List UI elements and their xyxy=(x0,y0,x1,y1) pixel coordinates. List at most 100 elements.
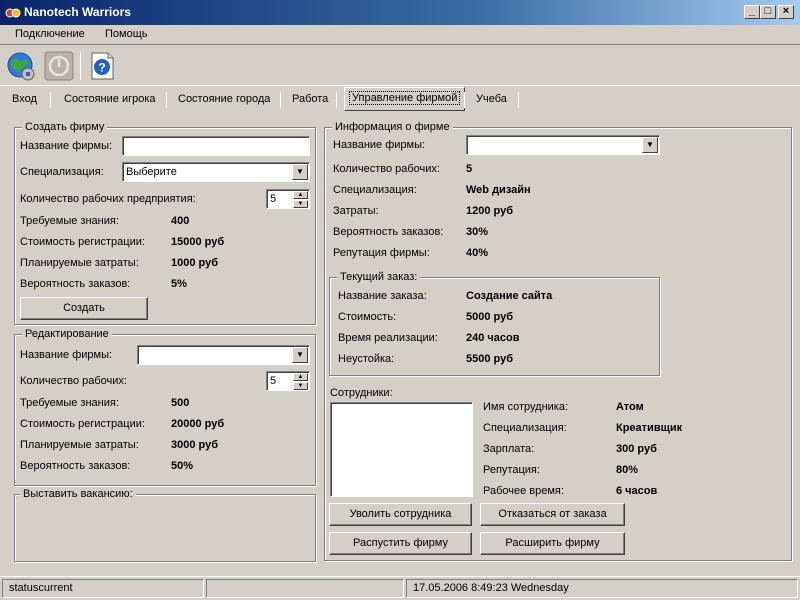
window-title: Nanotech Warriors xyxy=(24,5,131,19)
edit-firm-reg-cost-value: 20000 руб xyxy=(171,418,225,430)
employee-spec-label: Специализация: xyxy=(483,422,567,434)
create-firm-workers-label: Количество рабочих предприятия: xyxy=(20,193,196,205)
spin-down-icon[interactable]: ▼ xyxy=(293,200,308,208)
employee-salary-label: Зарплата: xyxy=(483,443,535,455)
firm-info-workers-label: Количество рабочих: xyxy=(333,163,440,175)
app-icon xyxy=(5,8,21,18)
power-icon[interactable] xyxy=(43,50,75,82)
tab-separator xyxy=(518,92,519,108)
order-time-value: 240 часов xyxy=(466,332,520,344)
employees-label: Сотрудники: xyxy=(330,387,393,399)
tab-separator xyxy=(464,92,465,108)
fire-employee-button[interactable]: Уволить сотрудника xyxy=(329,503,472,526)
globe-connect-icon[interactable] xyxy=(5,50,37,82)
firm-info-name-label: Название фирмы: xyxy=(333,139,426,151)
create-firm-planned-value: 1000 руб xyxy=(171,257,219,269)
spin-up-icon[interactable]: ▲ xyxy=(293,191,308,199)
status-bar: statuscurrent 17.05.2006 8:49:23 Wednesd… xyxy=(0,576,800,600)
tab-player-status[interactable]: Состояние игрока xyxy=(60,89,160,111)
tab-separator xyxy=(50,92,51,108)
firm-info-costs-label: Затраты: xyxy=(333,205,379,217)
edit-firm-prob-label: Вероятность заказов: xyxy=(20,460,131,472)
create-firm-planned-label: Планируемые затраты: xyxy=(20,257,139,269)
create-firm-spec-value: Выберите xyxy=(126,166,177,178)
firm-info-rep-value: 40% xyxy=(466,247,489,259)
order-name-label: Название заказа: xyxy=(338,290,427,302)
edit-firm-legend: Редактирование xyxy=(22,328,112,340)
firm-info-legend: Информация о фирме xyxy=(332,121,453,133)
menu-help[interactable]: Помощь xyxy=(105,28,148,40)
edit-firm-name-select[interactable]: ▼ xyxy=(137,345,310,365)
minimize-button[interactable]: _ xyxy=(744,5,760,19)
close-button[interactable]: × xyxy=(778,5,794,19)
refuse-order-button[interactable]: Отказаться от заказа xyxy=(480,503,625,526)
create-firm-spec-label: Специализация: xyxy=(20,166,104,178)
tab-firm-management-label: Управление фирмой xyxy=(349,91,461,105)
create-firm-prob-label: Вероятность заказов: xyxy=(20,278,131,290)
employee-hours-label: Рабочее время: xyxy=(483,485,564,497)
tab-firm-management[interactable]: Управление фирмой xyxy=(344,87,466,111)
dissolve-firm-button[interactable]: Распустить фирму xyxy=(329,532,472,555)
order-penalty-value: 5500 руб xyxy=(466,353,514,365)
status-middle xyxy=(206,579,404,598)
create-firm-button[interactable]: Создать xyxy=(20,297,148,320)
firm-info-costs-value: 1200 руб xyxy=(466,205,514,217)
status-text: statuscurrent xyxy=(2,579,204,598)
tab-separator xyxy=(280,92,281,108)
edit-firm-prob-value: 50% xyxy=(171,460,194,472)
tab-city-status[interactable]: Состояние города xyxy=(174,89,274,111)
help-icon[interactable]: ? xyxy=(86,50,118,82)
employee-spec-value: Креативщик xyxy=(616,422,683,434)
vacancy-legend: Выставить вакансию: xyxy=(20,488,136,500)
edit-firm-workers-value: 5 xyxy=(270,375,277,387)
tab-login[interactable]: Вход xyxy=(8,89,41,111)
edit-firm-reg-cost-label: Стоимость регистрации: xyxy=(20,418,145,430)
firm-info-prob-label: Вероятность заказов: xyxy=(333,226,444,238)
toolbar-separator xyxy=(80,52,81,80)
create-firm-knowledge-value: 400 xyxy=(171,215,190,227)
firm-info-workers-value: 5 xyxy=(466,163,473,175)
edit-firm-name-label: Название фирмы: xyxy=(20,349,113,361)
firm-info-spec-label: Специализация: xyxy=(333,184,417,196)
edit-firm-workers-label: Количество рабочих: xyxy=(20,375,127,387)
create-firm-workers-stepper[interactable]: 5 ▲ ▼ xyxy=(266,189,310,209)
status-datetime: 17.05.2006 8:49:23 Wednesday xyxy=(406,579,798,598)
spin-up-icon[interactable]: ▲ xyxy=(293,373,308,381)
chevron-down-icon[interactable]: ▼ xyxy=(292,347,308,363)
employee-name-value: Атом xyxy=(616,401,644,413)
title-bar: Nanotech Warriors _ □ × xyxy=(0,0,800,25)
menu-connection[interactable]: Подключение xyxy=(15,28,85,40)
edit-firm-workers-stepper[interactable]: 5 ▲ ▼ xyxy=(266,371,310,391)
vacancy-group: Выставить вакансию: xyxy=(14,488,316,562)
create-firm-spec-select[interactable]: Выберите ▼ xyxy=(122,162,310,182)
order-penalty-label: Неустойка: xyxy=(338,353,395,365)
employees-list[interactable] xyxy=(330,402,473,497)
tab-study[interactable]: Учеба xyxy=(472,89,511,111)
chevron-down-icon[interactable]: ▼ xyxy=(642,137,658,153)
current-order-legend: Текущий заказ: xyxy=(337,271,421,283)
tab-separator xyxy=(166,92,167,108)
tab-strip: Вход Состояние игрока Состояние города Р… xyxy=(0,87,800,113)
firm-info-prob-value: 30% xyxy=(466,226,489,238)
svg-text:?: ? xyxy=(98,61,105,75)
maximize-button[interactable]: □ xyxy=(760,5,776,19)
firm-info-spec-value: Web дизайн xyxy=(466,184,531,196)
menu-bar: Подключение Помощь xyxy=(0,25,800,45)
spin-down-icon[interactable]: ▼ xyxy=(293,382,308,390)
tab-work[interactable]: Работа xyxy=(288,89,332,111)
create-firm-name-label: Название фирмы: xyxy=(20,140,113,152)
create-firm-knowledge-label: Требуемые знания: xyxy=(20,215,119,227)
firm-info-rep-label: Репутация фирмы: xyxy=(333,247,430,259)
create-firm-name-input[interactable] xyxy=(122,136,310,156)
employee-rep-label: Репутация: xyxy=(483,464,540,476)
chevron-down-icon[interactable]: ▼ xyxy=(292,164,308,180)
employee-hours-value: 6 часов xyxy=(616,485,658,497)
order-time-label: Время реализации: xyxy=(338,332,438,344)
expand-firm-button[interactable]: Расширить фирму xyxy=(480,532,625,555)
create-firm-reg-cost-label: Стоимость регистрации: xyxy=(20,236,145,248)
firm-info-name-select[interactable]: ▼ xyxy=(466,135,660,155)
tab-separator xyxy=(336,92,337,108)
employee-name-label: Имя сотрудника: xyxy=(483,401,569,413)
create-firm-reg-cost-value: 15000 руб xyxy=(171,236,225,248)
employee-salary-value: 300 руб xyxy=(616,443,657,455)
